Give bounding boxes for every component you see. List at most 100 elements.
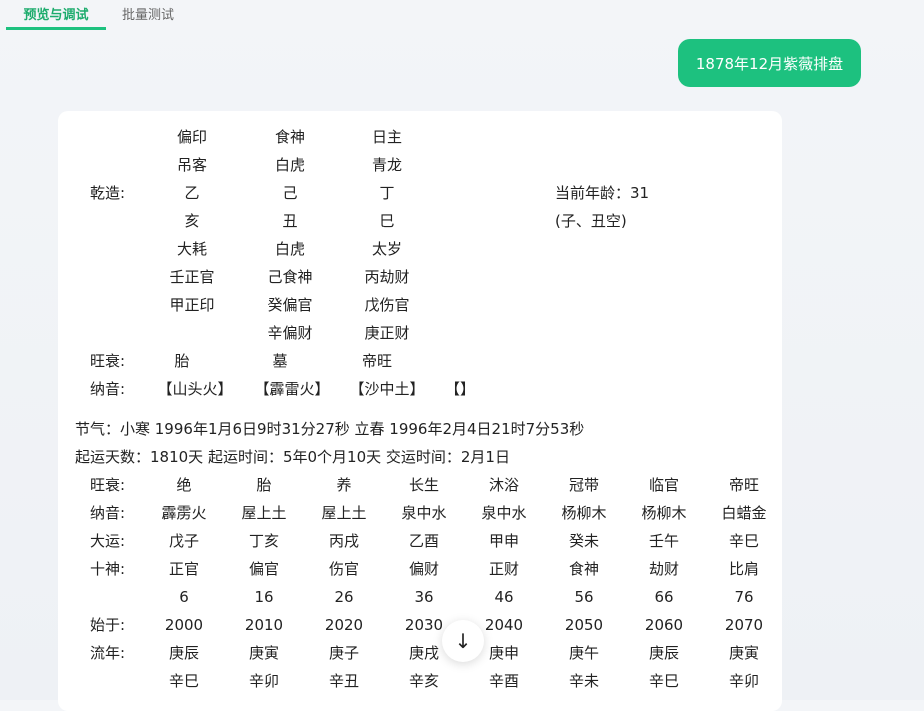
nayin: 【霹雷火】 — [254, 380, 330, 398]
dayun-cell: 辛卯 — [248, 672, 280, 690]
dayun-cell: 正财 — [488, 560, 520, 578]
dayun-cell: 2050 — [564, 616, 604, 634]
dayun-row-label: 始于: — [90, 616, 126, 634]
dayun-cell: 76 — [734, 588, 754, 606]
dayun-cell: 劫财 — [648, 560, 680, 578]
nayin: 【沙中土】 — [349, 380, 425, 398]
dayun-cell: 偏财 — [408, 560, 440, 578]
dayun-cell: 丁亥 — [248, 532, 280, 550]
shensha: 太岁 — [371, 240, 403, 258]
dayun-cell: 庚子 — [328, 644, 360, 662]
label-nayin: 纳音: — [90, 380, 126, 398]
kongwang: (子、丑空) — [555, 212, 627, 230]
dayun-cell: 2030 — [404, 616, 444, 634]
shishen: 食神 — [274, 128, 306, 146]
dayun-cell: 庚辰 — [168, 644, 200, 662]
dayun-cell: 2010 — [244, 616, 284, 634]
wangshuai: 帝旺 — [361, 352, 393, 370]
jieqi-text: 节气：小寒 1996年1月6日9时31分27秒 立春 1996年2月4日21时7… — [75, 420, 585, 438]
nayin: 【】 — [444, 380, 476, 398]
dayun-row-label: 大运: — [90, 532, 126, 550]
dayun-cell: 帝旺 — [728, 476, 760, 494]
dayun-cell: 正官 — [168, 560, 200, 578]
current-age: 当前年龄：31 — [555, 184, 650, 202]
shensha: 吊客 — [176, 156, 208, 174]
canggan: 甲正印 — [169, 296, 215, 314]
canggan: 己食神 — [267, 268, 313, 286]
dayun-row-label: 纳音: — [90, 504, 126, 522]
dayun-cell: 辛酉 — [488, 672, 520, 690]
canggan: 庚正财 — [364, 324, 410, 342]
dayun-cell: 2020 — [324, 616, 364, 634]
shishen: 偏印 — [176, 128, 208, 146]
dayun-cell: 2070 — [724, 616, 764, 634]
shensha: 白虎 — [274, 240, 306, 258]
dayun-cell: 泉中水 — [481, 504, 527, 522]
dayun-cell: 乙酉 — [408, 532, 440, 550]
dayun-cell: 庚申 — [488, 644, 520, 662]
dayun-cell: 屋上土 — [321, 504, 367, 522]
dayun-cell: 癸未 — [568, 532, 600, 550]
tab-preview-debug[interactable]: 预览与调试 — [6, 4, 106, 30]
dayun-cell: 6 — [179, 588, 189, 606]
dayun-cell: 壬午 — [648, 532, 680, 550]
dayun-cell: 56 — [574, 588, 594, 606]
dayun-cell: 庚寅 — [728, 644, 760, 662]
dayun-cell: 辛卯 — [728, 672, 760, 690]
dayun-cell: 辛亥 — [408, 672, 440, 690]
dayun-cell: 辛丑 — [328, 672, 360, 690]
dayun-cell: 辛巳 — [648, 672, 680, 690]
dayun-cell: 2060 — [644, 616, 684, 634]
dizhi: 巳 — [379, 212, 395, 230]
nayin: 【山头火】 — [157, 380, 233, 398]
label-qianzao: 乾造: — [90, 184, 126, 202]
dayun-cell: 偏官 — [248, 560, 280, 578]
dayun-cell: 绝 — [176, 476, 192, 494]
dayun-cell: 比肩 — [728, 560, 760, 578]
dayun-row-label: 流年: — [90, 644, 126, 662]
dayun-cell: 66 — [654, 588, 674, 606]
dayun-cell: 庚辰 — [648, 644, 680, 662]
dayun-cell: 16 — [254, 588, 274, 606]
tab-batch-test[interactable]: 批量测试 — [122, 4, 174, 30]
qiyun-text: 起运天数：1810天 起运时间：5年0个月10天 交运时间：2月1日 — [75, 448, 510, 466]
dayun-cell: 辛未 — [568, 672, 600, 690]
tiangan: 己 — [282, 184, 298, 202]
shensha: 大耗 — [176, 240, 208, 258]
shensha: 白虎 — [274, 156, 306, 174]
dayun-cell: 白蜡金 — [721, 504, 767, 522]
dayun-cell: 胎 — [256, 476, 272, 494]
tiangan: 丁 — [379, 184, 395, 202]
canggan: 戊伤官 — [364, 296, 410, 314]
dayun-cell: 2000 — [164, 616, 204, 634]
dayun-cell: 戊子 — [168, 532, 200, 550]
shishen: 日主 — [371, 128, 403, 146]
wangshuai: 墓 — [272, 352, 288, 370]
dayun-cell: 36 — [414, 588, 434, 606]
canggan: 壬正官 — [169, 268, 215, 286]
canggan: 辛偏财 — [267, 324, 313, 342]
dayun-row-label: 旺衰: — [90, 476, 126, 494]
dayun-cell: 长生 — [408, 476, 440, 494]
label-wangshuai: 旺衰: — [90, 352, 126, 370]
dayun-cell: 养 — [336, 476, 352, 494]
dayun-cell: 辛巳 — [728, 532, 760, 550]
dayun-cell: 泉中水 — [401, 504, 447, 522]
dayun-cell: 食神 — [568, 560, 600, 578]
dizhi: 丑 — [282, 212, 298, 230]
dayun-cell: 临官 — [648, 476, 680, 494]
dayun-cell: 伤官 — [328, 560, 360, 578]
dayun-cell: 46 — [494, 588, 514, 606]
dayun-cell: 26 — [334, 588, 354, 606]
chart-result-card: 乾造: 旺衰: 纳音: 偏印 吊客乙亥大耗 壬正官 甲正印胎食神 白虎己丑白虎 己食神 癸偏官 辛偏… — [58, 111, 782, 711]
arrow-down-icon: ↓ — [454, 629, 472, 653]
dayun-cell: 丙戌 — [328, 532, 360, 550]
dizhi: 亥 — [184, 212, 200, 230]
dayun-cell: 庚寅 — [248, 644, 280, 662]
scroll-to-bottom-button[interactable]: ↓ — [442, 620, 484, 662]
shensha: 青龙 — [371, 156, 403, 174]
dayun-cell: 庚戌 — [408, 644, 440, 662]
canggan: 丙劫财 — [364, 268, 410, 286]
dayun-cell: 辛巳 — [168, 672, 200, 690]
dayun-cell: 2040 — [484, 616, 524, 634]
